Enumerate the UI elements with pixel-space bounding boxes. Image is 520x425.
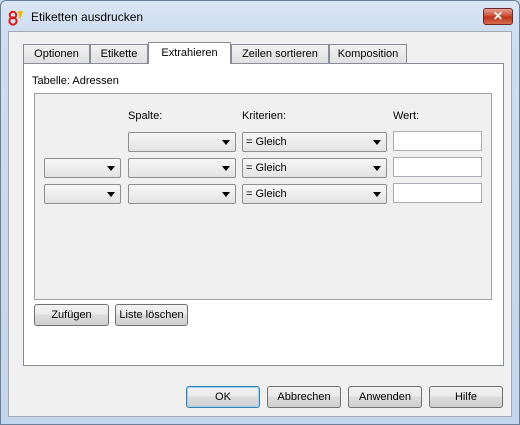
spalte-select-1[interactable] bbox=[128, 132, 236, 152]
tab-etikette[interactable]: Etikette bbox=[90, 44, 148, 63]
cancel-button[interactable]: Abbrechen bbox=[267, 386, 341, 408]
chevron-down-icon bbox=[107, 192, 115, 197]
tab-zeilen-sortieren[interactable]: Zeilen sortieren bbox=[231, 44, 329, 63]
wert-input-1[interactable] bbox=[393, 131, 482, 151]
chevron-down-icon bbox=[373, 192, 381, 197]
tab-extrahieren[interactable]: Extrahieren bbox=[148, 42, 231, 64]
chevron-down-icon bbox=[222, 166, 230, 171]
tab-label: Etikette bbox=[100, 48, 138, 60]
help-button[interactable]: Hilfe bbox=[429, 386, 503, 408]
app-logo-icon bbox=[8, 10, 23, 26]
chevron-down-icon bbox=[373, 166, 381, 171]
apply-button[interactable]: Anwenden bbox=[348, 386, 422, 408]
chevron-down-icon bbox=[222, 192, 230, 197]
ok-button[interactable]: OK bbox=[186, 386, 260, 408]
tab-label: Komposition bbox=[337, 48, 399, 60]
logic-select-2[interactable] bbox=[44, 158, 121, 178]
title-bar[interactable]: Etiketten ausdrucken ✕ bbox=[1, 1, 519, 31]
close-icon: ✕ bbox=[492, 9, 504, 23]
kriterium-value: = Gleich bbox=[246, 162, 287, 174]
dialog-client-area: Optionen Etikette Extrahieren Zeilen sor… bbox=[8, 31, 512, 417]
column-header-spalte: Spalte: bbox=[128, 110, 163, 122]
column-header-kriterien: Kriterien: bbox=[242, 110, 287, 122]
tab-label: Extrahieren bbox=[161, 47, 218, 59]
chevron-down-icon bbox=[373, 140, 381, 145]
close-button[interactable]: ✕ bbox=[483, 8, 513, 25]
tab-optionen[interactable]: Optionen bbox=[23, 44, 90, 63]
kriterium-select-3[interactable]: = Gleich bbox=[242, 184, 387, 204]
spalte-select-3[interactable] bbox=[128, 184, 236, 204]
extract-panel: Tabelle: Adressen Spalte: Kriterien: Wer… bbox=[23, 63, 504, 366]
dialog-window: Etiketten ausdrucken ✕ Optionen Etikette… bbox=[0, 0, 520, 425]
logic-select-3[interactable] bbox=[44, 184, 121, 204]
tab-komposition[interactable]: Komposition bbox=[329, 44, 407, 63]
wert-input-2[interactable] bbox=[393, 157, 482, 177]
spalte-select-2[interactable] bbox=[128, 158, 236, 178]
kriterium-select-1[interactable]: = Gleich bbox=[242, 132, 387, 152]
clear-list-button[interactable]: Liste löschen bbox=[115, 304, 188, 326]
tab-label: Zeilen sortieren bbox=[242, 48, 318, 60]
kriterium-select-2[interactable]: = Gleich bbox=[242, 158, 387, 178]
add-button[interactable]: Zufügen bbox=[34, 304, 109, 326]
tab-label: Optionen bbox=[34, 48, 79, 60]
chevron-down-icon bbox=[107, 166, 115, 171]
chevron-down-icon bbox=[222, 140, 230, 145]
criteria-list: Spalte: Kriterien: Wert: = Gleich = Glei… bbox=[34, 93, 492, 300]
table-label: Tabelle: Adressen bbox=[32, 75, 119, 87]
window-title: Etiketten ausdrucken bbox=[31, 10, 144, 24]
column-header-wert: Wert: bbox=[393, 110, 420, 122]
kriterium-value: = Gleich bbox=[246, 188, 287, 200]
kriterium-value: = Gleich bbox=[246, 136, 287, 148]
wert-input-3[interactable] bbox=[393, 183, 482, 203]
